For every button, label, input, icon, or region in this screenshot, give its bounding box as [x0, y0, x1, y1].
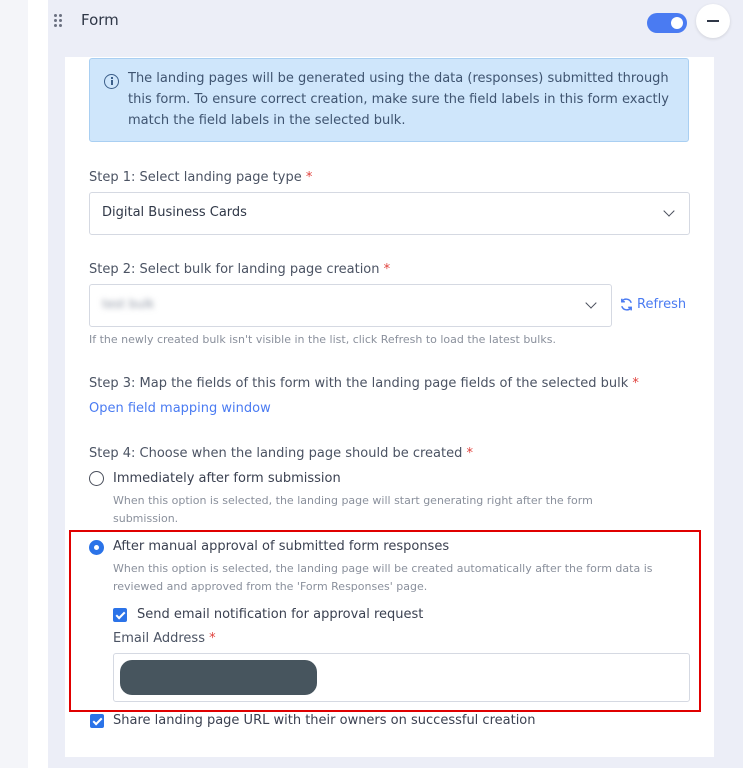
option-immediately-description: When this option is selected, the landin… — [113, 494, 593, 525]
bulk-hint: If the newly created bulk isn't visible … — [89, 333, 556, 346]
chevron-down-icon — [585, 297, 597, 309]
required-marker: * — [632, 376, 639, 391]
step2-label-text: Step 2: Select bulk for landing page cre… — [89, 262, 380, 277]
chevron-down-icon — [663, 205, 675, 217]
step2-label: Step 2: Select bulk for landing page cre… — [89, 262, 390, 277]
info-alert-text: The landing pages will be generated usin… — [128, 71, 669, 128]
step3-label: Step 3: Map the fields of this form with… — [89, 376, 639, 391]
drag-handle-icon[interactable] — [54, 14, 64, 28]
bulk-select-value-blurred: test bulk — [102, 297, 155, 311]
left-gutter — [0, 0, 28, 768]
landing-page-type-select[interactable]: Digital Business Cards — [89, 192, 690, 235]
required-marker: * — [383, 262, 391, 277]
landing-page-type-value: Digital Business Cards — [102, 205, 247, 220]
refresh-label: Refresh — [637, 297, 687, 312]
card-header — [48, 0, 743, 57]
refresh-icon — [621, 298, 632, 311]
required-marker: * — [466, 446, 474, 461]
card-title: Form — [81, 11, 119, 29]
step1-label-text: Step 1: Select landing page type — [89, 170, 302, 185]
info-icon — [104, 74, 119, 89]
collapse-button[interactable] — [696, 4, 730, 38]
radio-immediately[interactable] — [89, 471, 104, 486]
share-url-checkbox[interactable] — [90, 714, 104, 728]
open-field-mapping-link[interactable]: Open field mapping window — [89, 401, 271, 416]
step4-label: Step 4: Choose when the landing page sho… — [89, 446, 473, 461]
bulk-select[interactable]: test bulk — [89, 284, 612, 327]
minus-icon — [707, 20, 719, 22]
step1-label: Step 1: Select landing page type * — [89, 170, 312, 185]
step4-label-text: Step 4: Choose when the landing page sho… — [89, 446, 463, 461]
step3-label-text: Step 3: Map the fields of this form with… — [89, 376, 629, 391]
info-alert: The landing pages will be generated usin… — [89, 58, 689, 142]
share-url-label[interactable]: Share landing page URL with their owners… — [113, 713, 536, 728]
option-immediately-label[interactable]: Immediately after form submission — [113, 471, 341, 486]
toggle-knob — [671, 17, 683, 29]
highlight-annotation-box — [69, 530, 701, 712]
form-enabled-toggle[interactable] — [647, 13, 687, 33]
required-marker: * — [305, 170, 313, 185]
